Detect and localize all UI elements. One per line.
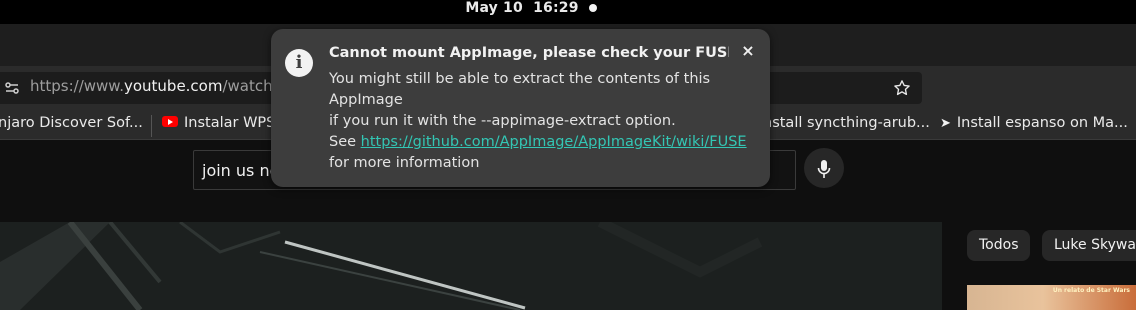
chip-luke-skywalker[interactable]: Luke Skywalk [1042,230,1136,261]
bookmark-instalar-wps[interactable]: Instalar WPS [162,115,275,131]
url-prefix: https://www. [30,77,124,95]
notification-body: You might still be able to extract the c… [329,69,749,174]
top-bar: May 10 16:29 [0,0,1136,24]
clock-date: May 10 [465,0,523,16]
bookmark-label: njaro Discover Sof... [0,115,143,131]
clock-time: 16:29 [533,0,579,16]
arrow-icon: ➤ [940,116,951,131]
chip-todos[interactable]: Todos [967,230,1031,261]
notification-line: AppImage [329,92,403,108]
microphone-icon [817,160,831,178]
close-icon[interactable]: × [740,42,756,60]
notification-line: You might still be able to extract the c… [329,71,711,87]
notification-title: Cannot mount AppImage, please check your… [329,45,729,61]
thumbnail-text: Un relato de Star Wars [1052,287,1130,294]
clock[interactable]: May 10 16:29 [0,0,1136,24]
notification-popup[interactable]: i Cannot mount AppImage, please check yo… [271,29,770,187]
notification-line: if you run it with the --appimage-extrac… [329,113,676,129]
search-value: join us no [202,161,280,180]
video-thumbnail[interactable]: Un relato de Star Wars [967,285,1136,310]
bookmark-label: nstall syncthing-arub... [763,115,930,131]
voice-search-button[interactable] [804,148,844,188]
bookmark-manjaro[interactable]: njaro Discover Sof... [0,115,143,131]
bookmark-espanso[interactable]: ➤ Install espanso on Ma... [940,115,1128,131]
related-sidebar: Todos Luke Skywalk Un relato de Star War… [942,197,1136,310]
bookmark-label: Instalar WPS [184,115,276,131]
fuse-wiki-link[interactable]: https://github.com/AppImage/AppImageKit/… [361,134,747,150]
notification-dot-icon [589,4,597,12]
bookmark-star-icon[interactable] [893,79,911,97]
bookmark-syncthing[interactable]: nstall syncthing-arub... [763,115,930,131]
video-player[interactable] [0,222,942,310]
notification-line: for more information [329,155,480,171]
url-text[interactable]: https://www.youtube.com/watch? [30,77,281,95]
notification-see-line: See https://github.com/AppImage/AppImage… [329,132,749,153]
info-icon: i [285,49,313,77]
bookmark-separator [151,115,152,137]
url-domain: youtube.com [123,77,223,95]
video-frame [0,222,942,310]
site-permissions-icon[interactable] [4,80,20,96]
see-label: See [329,134,361,150]
bookmark-label: Install espanso on Ma... [956,115,1128,131]
youtube-icon [162,116,178,127]
